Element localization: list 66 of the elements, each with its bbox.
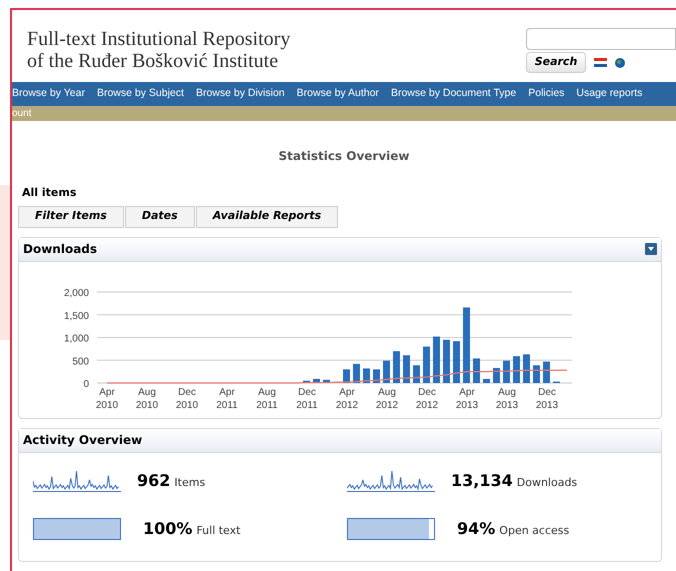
stat-value: 94%	[457, 518, 496, 540]
bar	[453, 340, 460, 382]
x-tick-label: Dec 2012	[416, 386, 438, 410]
bar	[473, 358, 480, 382]
bar	[323, 379, 330, 382]
stat-value: 100%	[143, 518, 192, 540]
bar	[493, 367, 500, 382]
x-tick-label: Aug 2011	[256, 386, 278, 410]
bar	[403, 354, 410, 382]
search-button[interactable]: Search	[526, 52, 586, 73]
bar	[483, 378, 490, 382]
tab-button[interactable]: Dates	[124, 206, 195, 228]
bar	[313, 378, 320, 382]
y-tick-label: 1,500	[64, 310, 89, 322]
bar	[303, 380, 310, 382]
bar	[503, 360, 510, 382]
page-title: Statistics Overview	[278, 148, 410, 165]
stat-label: Items	[174, 474, 206, 490]
stat-value: 962	[137, 470, 170, 492]
bar	[363, 368, 370, 382]
flag-icon[interactable]	[594, 58, 607, 67]
y-tick-label: 1,000	[64, 333, 89, 344]
search-field[interactable]	[526, 28, 676, 50]
globe-icon[interactable]	[615, 58, 625, 68]
x-tick-label: Apr 2010	[96, 386, 118, 410]
nav-link[interactable]: Browse by Division	[196, 86, 285, 102]
tab-button[interactable]: Available Reports	[196, 206, 338, 228]
bar	[523, 354, 530, 382]
y-tick-label: 2,000	[64, 288, 89, 298]
y-tick-label: 0	[83, 378, 89, 390]
site-title: Full-text Institutional Repository of the Ruđer Bošković Institute	[27, 28, 290, 74]
x-tick-label: Dec 2010	[176, 386, 198, 410]
y-tick-label: 500	[72, 356, 89, 367]
x-tick-label: Apr 2011	[216, 386, 238, 410]
nav-link[interactable]: Policies	[528, 86, 564, 102]
section-label: All items	[22, 185, 78, 201]
nav-link[interactable]: Browse by Author	[296, 86, 379, 102]
bar	[413, 364, 420, 382]
bar	[393, 350, 400, 382]
tab-button[interactable]: Filter Items	[18, 206, 124, 228]
bar	[443, 339, 450, 382]
bar	[383, 360, 390, 382]
bar	[433, 336, 440, 382]
x-tick-label: Aug 2012	[376, 386, 398, 410]
panel-title: Activity Overview	[23, 432, 142, 449]
bar	[543, 361, 550, 382]
collapse-icon[interactable]	[645, 243, 657, 255]
bar	[353, 363, 360, 382]
x-tick-label: Aug 2010	[136, 386, 158, 410]
nav-link[interactable]: Browse by Document Type	[390, 86, 516, 102]
stat-value: 13,134	[451, 470, 513, 492]
stat-label: Full text	[196, 522, 240, 538]
nav-link[interactable]: Browse by Subject	[96, 86, 184, 102]
bar	[343, 368, 350, 382]
nav-link[interactable]: Usage reports	[576, 86, 642, 102]
panel-title: Downloads	[23, 241, 98, 258]
x-tick-label: Aug 2013	[496, 386, 518, 410]
x-tick-label: Dec 2011	[296, 386, 318, 410]
stat-label: Downloads	[516, 474, 578, 490]
bar	[513, 356, 520, 382]
x-tick-label: Apr 2013	[456, 386, 478, 410]
nav-link[interactable]: Browse by Year	[12, 86, 85, 102]
x-tick-label: Dec 2013	[536, 386, 558, 410]
x-tick-label: Apr 2012	[336, 386, 358, 410]
stat-label: Open access	[499, 522, 570, 538]
bar	[423, 346, 430, 382]
